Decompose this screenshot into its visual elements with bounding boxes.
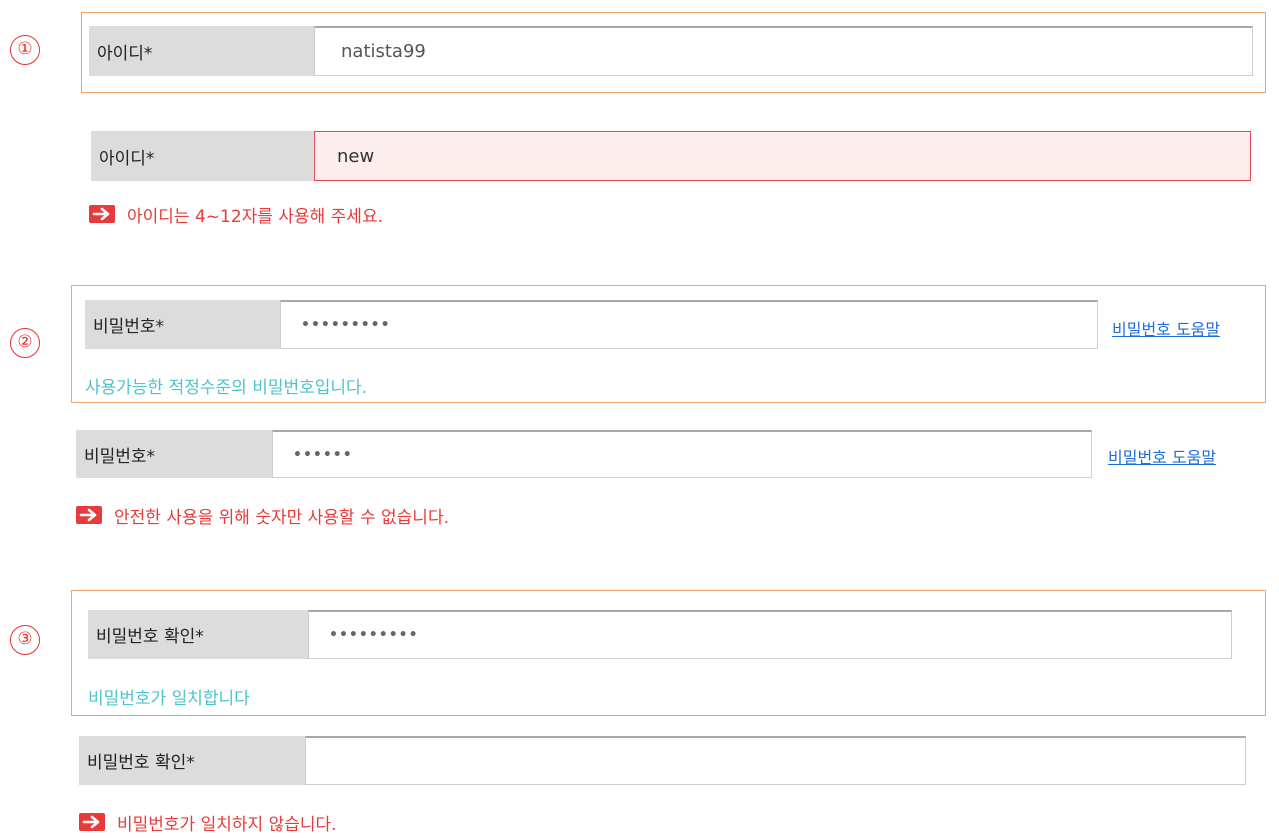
confirm-error-text: 비밀번호가 일치하지 않습니다. [117,814,337,835]
arrow-right-icon [89,205,115,223]
confirm-label-error: 비밀번호 확인* [79,736,305,785]
confirm-success-message: 비밀번호가 일치합니다 [88,688,250,709]
id-label: 아이디* [89,26,314,76]
id-error-text: 아이디는 4~12자를 사용해 주세요. [127,206,383,227]
password-success-message: 사용가능한 적정수준의 비밀번호입니다. [85,377,368,398]
id-error-message: 아이디는 4~12자를 사용해 주세요. [89,202,383,227]
step-marker-1: ① [10,35,40,65]
confirm-error-message: 비밀번호가 일치하지 않습니다. [79,810,337,835]
id-label-error: 아이디* [91,131,316,181]
id-input-error[interactable]: new [314,131,1251,181]
step-marker-3: ③ [10,625,40,655]
arrow-right-icon [79,813,105,831]
step-marker-2: ② [10,328,40,358]
arrow-right-icon [76,506,102,524]
confirm-input-error[interactable] [305,736,1246,785]
password-error-text: 안전한 사용을 위해 숫자만 사용할 수 없습니다. [114,507,449,528]
password-label-error: 비밀번호* [76,430,272,478]
password-help-link[interactable]: 비밀번호 도움말 [1112,316,1220,340]
confirm-input[interactable]: ••••••••• [308,610,1232,659]
password-input[interactable]: ••••••••• [280,300,1098,349]
confirm-label: 비밀번호 확인* [88,610,308,659]
id-input[interactable]: natista99 [314,26,1253,76]
password-error-message: 안전한 사용을 위해 숫자만 사용할 수 없습니다. [76,503,449,528]
password-label: 비밀번호* [85,300,280,349]
password-input-error[interactable]: •••••• [272,430,1092,478]
password-help-link-2[interactable]: 비밀번호 도움말 [1108,444,1216,468]
